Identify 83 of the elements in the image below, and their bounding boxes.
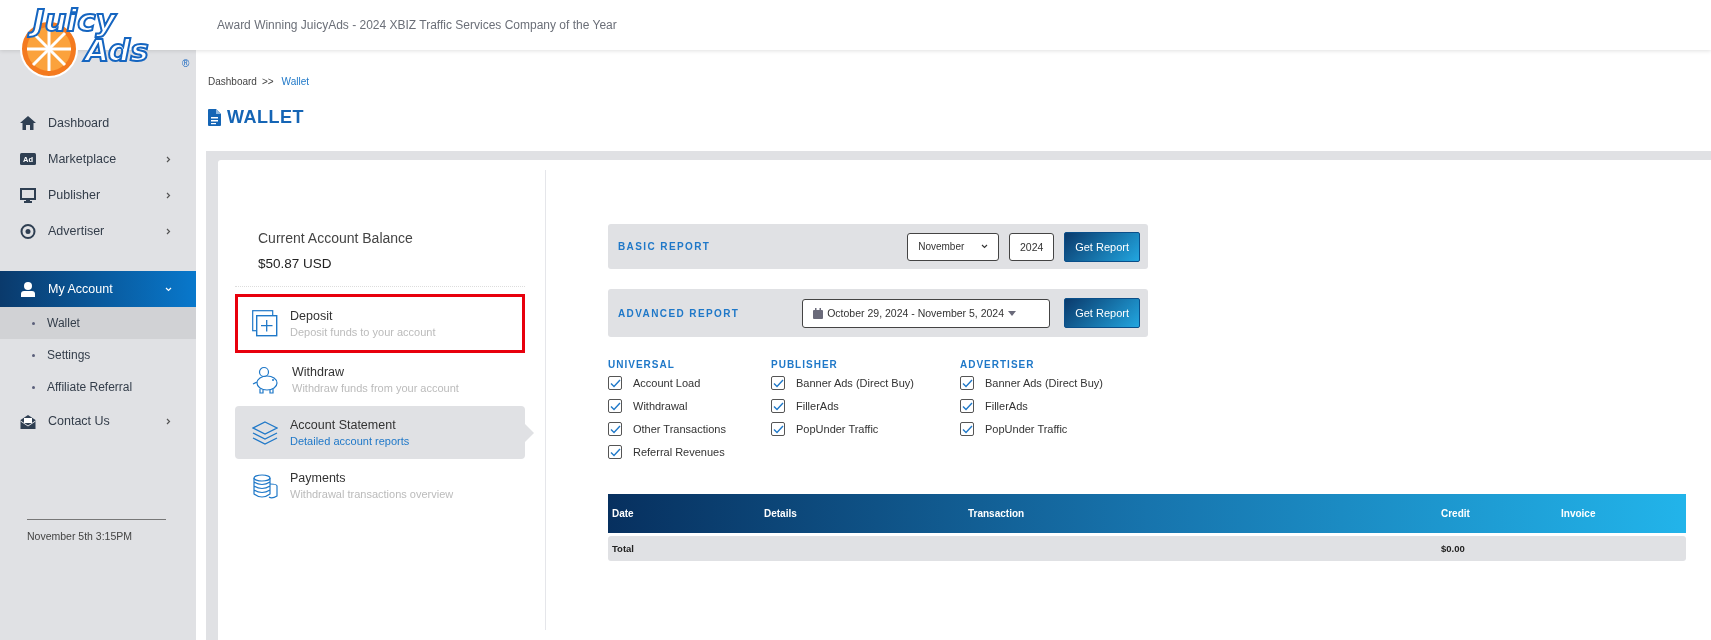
filter-heading: PUBLISHER	[771, 359, 839, 370]
balance-amount: $50.87 USD	[257, 255, 333, 271]
table-cell: Total	[612, 543, 634, 554]
breadcrumb-link[interactable]: Dashboard	[208, 76, 257, 87]
user-icon	[20, 281, 36, 297]
checkbox-label: Withdrawal	[633, 400, 688, 412]
layers-icon	[252, 420, 278, 445]
checkbox[interactable]	[608, 445, 622, 459]
menu-item-title: Withdraw	[292, 365, 346, 379]
menu-item-subtitle: Withdrawal transactions overview	[290, 488, 454, 500]
piggy-bank-icon	[252, 365, 280, 394]
checkbox-label: PopUnder Traffic	[796, 423, 879, 435]
menu-item-subtitle: Detailed account reports	[290, 435, 410, 447]
plus-square-icon	[252, 310, 278, 337]
chevron-icon	[165, 285, 172, 293]
get-report-button[interactable]: Get Report	[1064, 231, 1140, 262]
column-header: Transaction	[968, 508, 1026, 519]
submenu-item[interactable]: Wallet	[0, 307, 196, 339]
checkbox[interactable]	[608, 422, 622, 436]
page-title: WALLET	[227, 107, 304, 128]
breadcrumb-link[interactable]: Wallet	[281, 76, 310, 87]
menu-item[interactable]: My Account	[0, 271, 196, 307]
checkbox[interactable]	[771, 399, 785, 413]
report-label: BASIC REPORT	[618, 241, 712, 252]
monitor-icon	[20, 187, 36, 203]
target-icon	[20, 223, 36, 239]
checkbox-label: Banner Ads (Direct Buy)	[985, 377, 1103, 389]
menu-item-title: Payments	[290, 471, 347, 485]
menu-item-subtitle: Withdraw funds from your account	[292, 382, 459, 394]
wallet-menu-item[interactable]: Payments Withdrawal transactions overview	[235, 459, 525, 512]
balance-label: Current Account Balance	[257, 230, 414, 246]
chevron-icon	[165, 155, 172, 163]
wallet-menu-item[interactable]: Deposit Deposit funds to your account	[235, 294, 525, 353]
checkbox-label: FillerAds	[985, 400, 1028, 412]
calendar-icon	[813, 307, 824, 319]
checkbox-label: FillerAds	[796, 400, 839, 412]
year-field[interactable]: 2024	[1009, 232, 1055, 261]
table-cell: $0.00	[1441, 543, 1465, 554]
menu-item[interactable]: Dashboard	[0, 105, 196, 141]
report-label: ADVANCED REPORT	[618, 307, 741, 319]
date-range-field[interactable]: October 29, 2024 - November 5, 2024	[802, 298, 1051, 328]
home-icon	[20, 116, 36, 130]
column-header: Details	[764, 508, 798, 519]
checkbox[interactable]	[960, 399, 974, 413]
column-header: Date	[612, 508, 635, 519]
column-header: Credit	[1441, 508, 1471, 519]
coin-stack-icon	[252, 472, 278, 499]
checkbox-label: PopUnder Traffic	[985, 423, 1068, 435]
checkbox[interactable]	[771, 422, 785, 436]
submenu-item[interactable]: Affiliate Referral	[0, 371, 196, 403]
checkbox[interactable]	[771, 376, 785, 390]
tagline: Award Winning JuicyAds - 2024 XBIZ Traffic Services Company of the Year	[217, 18, 617, 32]
envelope-icon	[20, 413, 36, 429]
wallet-menu-item[interactable]: Withdraw Withdraw funds from your account	[235, 353, 525, 406]
filter-heading: UNIVERSAL	[608, 359, 676, 370]
checkbox-label: Other Transactions	[633, 423, 726, 435]
chevron-icon	[165, 227, 172, 235]
filter-heading: ADVERTISER	[960, 359, 1036, 370]
get-report-button[interactable]: Get Report	[1064, 298, 1140, 328]
date-time: November 5th 3:15PM	[26, 529, 134, 542]
menu-item[interactable]: Publisher	[0, 177, 196, 213]
submenu-item[interactable]: Settings	[0, 339, 196, 371]
month-dropdown[interactable]: November	[907, 232, 1000, 261]
caret-down-icon	[1008, 310, 1017, 316]
breadcrumb-separator: >>	[261, 76, 274, 87]
menu-item-title: Account Statement	[290, 418, 397, 432]
checkbox[interactable]	[608, 376, 622, 390]
menu-item-subtitle: Deposit funds to your account	[290, 326, 436, 338]
menu-item-title: Deposit	[290, 309, 334, 323]
column-header: Invoice	[1561, 508, 1597, 519]
checkbox-label: Account Load	[633, 377, 701, 389]
checkbox-label: Banner Ads (Direct Buy)	[796, 377, 914, 389]
registered-mark: ®	[182, 58, 190, 69]
checkbox[interactable]	[608, 399, 622, 413]
chevron-icon	[165, 191, 172, 199]
chevron-icon	[981, 244, 989, 249]
checkbox[interactable]	[960, 376, 974, 390]
chevron-icon	[165, 417, 172, 425]
document-icon	[208, 109, 221, 126]
checkbox[interactable]	[960, 422, 974, 436]
checkbox-label: Referral Revenues	[633, 446, 725, 458]
menu-item[interactable]: Contact Us	[0, 403, 196, 439]
menu-item[interactable]: Advertiser	[0, 213, 196, 249]
